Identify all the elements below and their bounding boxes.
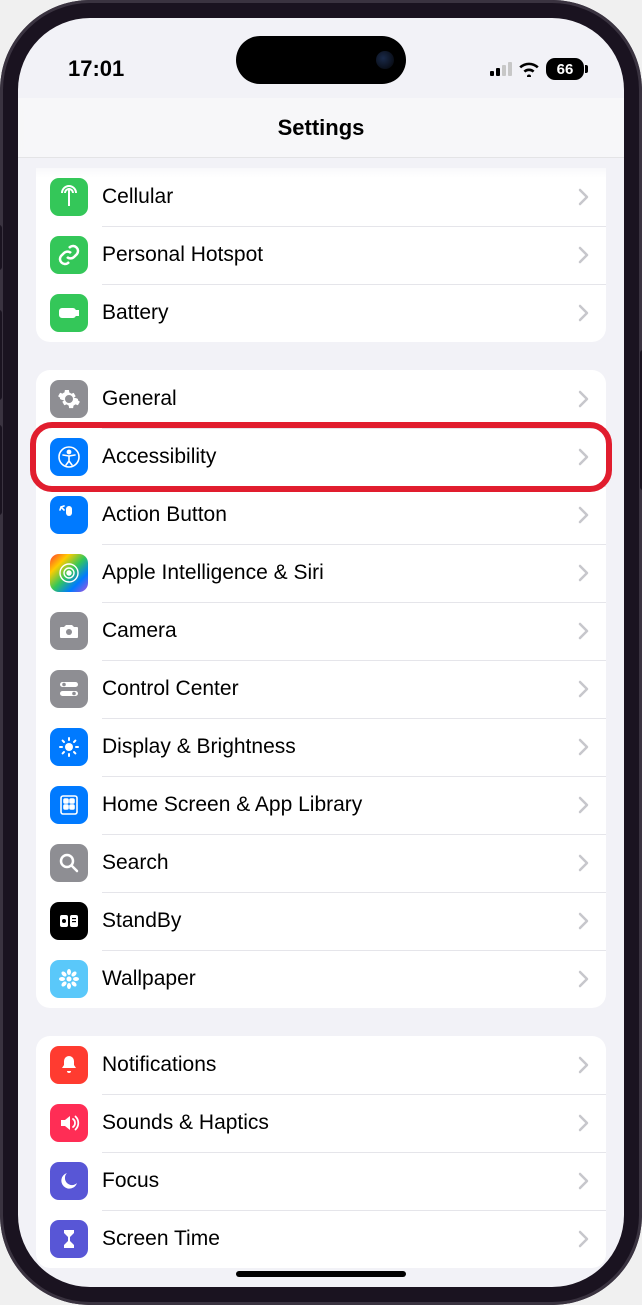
chevron-right-icon	[578, 912, 590, 930]
settings-row-focus[interactable]: Focus	[36, 1152, 606, 1210]
settings-row-battery[interactable]: Battery	[36, 284, 606, 342]
chevron-right-icon	[578, 188, 590, 206]
accessibility-icon	[50, 438, 88, 476]
row-label: Display & Brightness	[102, 735, 578, 759]
wifi-icon	[518, 61, 540, 77]
row-label: General	[102, 387, 578, 411]
settings-row-control-center[interactable]: Control Center	[36, 660, 606, 718]
cellular-signal-icon	[490, 62, 512, 76]
row-label: Action Button	[102, 503, 578, 527]
chevron-right-icon	[578, 854, 590, 872]
row-label: Cellular	[102, 185, 578, 209]
search-icon	[50, 844, 88, 882]
front-camera	[376, 51, 394, 69]
settings-group-device: General Accessibility Action Button Apple I…	[36, 370, 606, 1008]
hourglass-icon	[50, 1220, 88, 1258]
row-label: Screen Time	[102, 1227, 578, 1251]
page-title: Settings	[278, 115, 365, 141]
row-label: Control Center	[102, 677, 578, 701]
speaker-icon	[50, 1104, 88, 1142]
settings-row-sounds[interactable]: Sounds & Haptics	[36, 1094, 606, 1152]
row-label: Notifications	[102, 1053, 578, 1077]
chevron-right-icon	[578, 506, 590, 524]
sun-icon	[50, 728, 88, 766]
chevron-right-icon	[578, 1114, 590, 1132]
chevron-right-icon	[578, 304, 590, 322]
row-label: Accessibility	[102, 445, 578, 469]
standby-icon	[50, 902, 88, 940]
chevron-right-icon	[578, 1172, 590, 1190]
chevron-right-icon	[578, 970, 590, 988]
chevron-right-icon	[578, 738, 590, 756]
settings-row-siri[interactable]: Apple Intelligence & Siri	[36, 544, 606, 602]
siri-icon	[50, 554, 88, 592]
settings-row-standby[interactable]: StandBy	[36, 892, 606, 950]
chevron-right-icon	[578, 680, 590, 698]
settings-list[interactable]: Cellular Personal Hotspot Battery General Ac…	[18, 158, 624, 1287]
chevron-right-icon	[578, 390, 590, 408]
dynamic-island	[236, 36, 406, 84]
settings-row-display[interactable]: Display & Brightness	[36, 718, 606, 776]
gear-icon	[50, 380, 88, 418]
screen: 17:01 66 Settings Cellular Personal Hotsp…	[18, 18, 624, 1287]
chevron-right-icon	[578, 796, 590, 814]
chevron-right-icon	[578, 1230, 590, 1248]
status-time: 17:01	[68, 56, 124, 82]
link-icon	[50, 236, 88, 274]
action-icon	[50, 496, 88, 534]
row-label: Wallpaper	[102, 967, 578, 991]
camera-icon	[50, 612, 88, 650]
settings-row-hotspot[interactable]: Personal Hotspot	[36, 226, 606, 284]
apps-icon	[50, 786, 88, 824]
row-label: Focus	[102, 1169, 578, 1193]
bell-icon	[50, 1046, 88, 1084]
battery-indicator: 66	[546, 58, 584, 80]
chevron-right-icon	[578, 246, 590, 264]
home-indicator[interactable]	[236, 1271, 406, 1277]
settings-row-search[interactable]: Search	[36, 834, 606, 892]
row-label: Camera	[102, 619, 578, 643]
volume-up-button	[0, 310, 2, 400]
mute-switch	[0, 225, 2, 270]
settings-group-attention: Notifications Sounds & Haptics Focus Screen…	[36, 1036, 606, 1268]
settings-row-general[interactable]: General	[36, 370, 606, 428]
row-label: Battery	[102, 301, 578, 325]
antenna-icon	[50, 178, 88, 216]
switches-icon	[50, 670, 88, 708]
settings-row-wallpaper[interactable]: Wallpaper	[36, 950, 606, 1008]
flower-icon	[50, 960, 88, 998]
row-label: Personal Hotspot	[102, 243, 578, 267]
chevron-right-icon	[578, 448, 590, 466]
row-label: Sounds & Haptics	[102, 1111, 578, 1135]
settings-row-notifications[interactable]: Notifications	[36, 1036, 606, 1094]
settings-row-camera[interactable]: Camera	[36, 602, 606, 660]
settings-group-connectivity: Cellular Personal Hotspot Battery	[36, 168, 606, 342]
settings-row-screen-time[interactable]: Screen Time	[36, 1210, 606, 1268]
row-label: StandBy	[102, 909, 578, 933]
settings-row-action-button[interactable]: Action Button	[36, 486, 606, 544]
row-label: Search	[102, 851, 578, 875]
nav-header: Settings	[18, 98, 624, 158]
volume-down-button	[0, 425, 2, 515]
row-label: Apple Intelligence & Siri	[102, 561, 578, 585]
settings-row-home-screen[interactable]: Home Screen & App Library	[36, 776, 606, 834]
settings-row-cellular[interactable]: Cellular	[36, 168, 606, 226]
row-label: Home Screen & App Library	[102, 793, 578, 817]
battery-icon	[50, 294, 88, 332]
chevron-right-icon	[578, 622, 590, 640]
phone-frame: 17:01 66 Settings Cellular Personal Hotsp…	[0, 0, 642, 1305]
chevron-right-icon	[578, 564, 590, 582]
moon-icon	[50, 1162, 88, 1200]
settings-row-accessibility[interactable]: Accessibility	[36, 428, 606, 486]
chevron-right-icon	[578, 1056, 590, 1074]
